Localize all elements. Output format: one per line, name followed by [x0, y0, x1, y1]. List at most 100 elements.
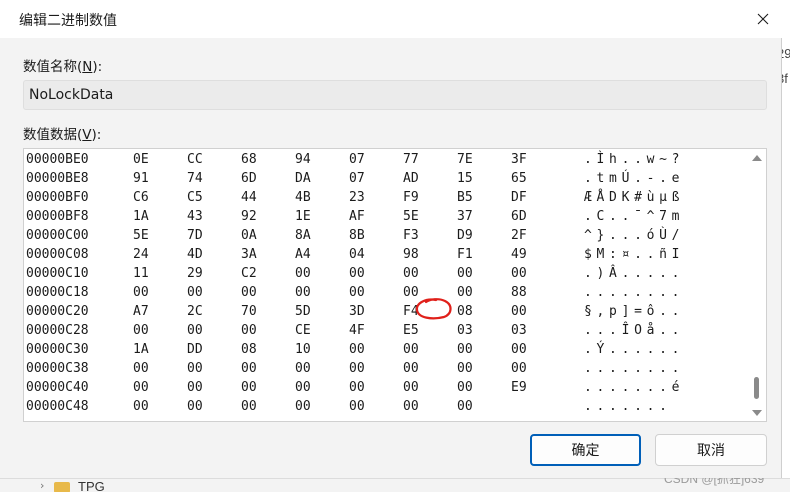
hex-ascii[interactable]: .C..¯^7m: [584, 209, 684, 224]
hex-ascii[interactable]: ÆÅDK#ùµß: [584, 190, 684, 205]
hex-ascii[interactable]: ........: [584, 361, 684, 376]
hex-byte[interactable]: 6D: [511, 209, 527, 224]
hex-byte[interactable]: 00: [511, 342, 527, 357]
hex-ascii[interactable]: ...ÎOå..: [584, 323, 684, 338]
hex-byte[interactable]: 7E: [457, 152, 473, 167]
hex-byte[interactable]: 2C: [187, 304, 203, 319]
hex-byte[interactable]: 00: [349, 342, 365, 357]
hex-byte[interactable]: 4F: [349, 323, 365, 338]
hex-byte[interactable]: 00: [349, 380, 365, 395]
hex-byte[interactable]: 4D: [187, 247, 203, 262]
hex-byte[interactable]: 00: [241, 285, 257, 300]
hex-byte[interactable]: 1A: [133, 342, 149, 357]
hex-byte[interactable]: 00: [133, 285, 149, 300]
hex-byte[interactable]: 07: [349, 171, 365, 186]
hex-byte[interactable]: 00: [187, 285, 203, 300]
hex-byte[interactable]: 6D: [241, 171, 257, 186]
hex-byte[interactable]: 00: [403, 342, 419, 357]
hex-byte[interactable]: 94: [295, 152, 311, 167]
hex-byte[interactable]: 07: [349, 152, 365, 167]
hex-byte[interactable]: 3A: [241, 247, 257, 262]
hex-byte[interactable]: 00: [133, 380, 149, 395]
hex-byte[interactable]: 00: [295, 380, 311, 395]
hex-byte[interactable]: 00: [295, 361, 311, 376]
hex-byte[interactable]: 92: [241, 209, 257, 224]
hex-ascii[interactable]: .......: [584, 399, 672, 414]
hex-byte[interactable]: F4: [403, 304, 419, 319]
scroll-up-arrow-icon[interactable]: [752, 155, 762, 161]
hex-byte[interactable]: D9: [457, 228, 473, 243]
hex-byte[interactable]: 00: [241, 399, 257, 414]
hex-byte[interactable]: 08: [241, 342, 257, 357]
value-name-field[interactable]: NoLockData: [23, 80, 767, 110]
hex-byte[interactable]: 00: [187, 399, 203, 414]
hex-byte[interactable]: DA: [295, 171, 311, 186]
hex-byte[interactable]: 00: [187, 361, 203, 376]
hex-byte[interactable]: 00: [187, 380, 203, 395]
hex-byte[interactable]: 77: [403, 152, 419, 167]
hex-byte[interactable]: 03: [511, 323, 527, 338]
hex-byte[interactable]: 03: [457, 323, 473, 338]
hex-byte[interactable]: 0A: [241, 228, 257, 243]
hex-byte[interactable]: 0E: [133, 152, 149, 167]
hex-byte[interactable]: 8B: [349, 228, 365, 243]
hex-byte[interactable]: 10: [295, 342, 311, 357]
hex-byte[interactable]: 00: [295, 285, 311, 300]
hex-byte[interactable]: 00: [457, 266, 473, 281]
hex-byte[interactable]: E9: [511, 380, 527, 395]
hex-byte[interactable]: 4B: [295, 190, 311, 205]
hex-byte[interactable]: A7: [133, 304, 149, 319]
hex-ascii[interactable]: .......é: [584, 380, 684, 395]
hex-byte[interactable]: 00: [241, 323, 257, 338]
hex-byte[interactable]: 29: [187, 266, 203, 281]
hex-byte[interactable]: 00: [403, 285, 419, 300]
hex-byte[interactable]: 00: [295, 266, 311, 281]
hex-byte[interactable]: 00: [457, 285, 473, 300]
hex-byte[interactable]: DD: [187, 342, 203, 357]
hex-byte[interactable]: AD: [403, 171, 419, 186]
hex-byte[interactable]: 00: [403, 399, 419, 414]
hex-byte[interactable]: 00: [349, 361, 365, 376]
hex-byte[interactable]: 24: [133, 247, 149, 262]
hex-ascii[interactable]: .Ý......: [584, 342, 684, 357]
scrollbar-thumb[interactable]: [754, 377, 759, 399]
hex-ascii[interactable]: ........: [584, 285, 684, 300]
hex-byte[interactable]: 00: [349, 285, 365, 300]
hex-byte[interactable]: 1A: [133, 209, 149, 224]
hex-ascii[interactable]: .Ìh..w~?: [584, 152, 684, 167]
hex-byte[interactable]: 1E: [295, 209, 311, 224]
folder-label[interactable]: TPG: [78, 479, 105, 492]
hex-byte[interactable]: 70: [241, 304, 257, 319]
hex-byte[interactable]: C6: [133, 190, 149, 205]
hex-byte[interactable]: 00: [295, 399, 311, 414]
hex-byte[interactable]: 00: [403, 361, 419, 376]
hex-byte[interactable]: 00: [403, 266, 419, 281]
hex-byte[interactable]: 00: [511, 361, 527, 376]
hex-byte[interactable]: C2: [241, 266, 257, 281]
hex-byte[interactable]: 91: [133, 171, 149, 186]
hex-byte[interactable]: 00: [133, 399, 149, 414]
hex-byte[interactable]: 5D: [295, 304, 311, 319]
hex-byte[interactable]: 37: [457, 209, 473, 224]
cancel-button[interactable]: 取消: [655, 434, 767, 466]
hex-byte[interactable]: A4: [295, 247, 311, 262]
hex-byte[interactable]: 3D: [349, 304, 365, 319]
scroll-down-arrow-icon[interactable]: [752, 410, 762, 416]
hex-byte[interactable]: F9: [403, 190, 419, 205]
chevron-right-icon[interactable]: ›: [40, 479, 44, 492]
vertical-scrollbar[interactable]: [749, 150, 766, 421]
hex-byte[interactable]: 3F: [511, 152, 527, 167]
hex-ascii[interactable]: .tmÚ.-.e: [584, 171, 684, 186]
hex-byte[interactable]: 88: [511, 285, 527, 300]
ok-button[interactable]: 确定: [530, 434, 641, 466]
hex-byte[interactable]: 5E: [133, 228, 149, 243]
hex-byte[interactable]: 00: [457, 380, 473, 395]
hex-byte[interactable]: CE: [295, 323, 311, 338]
hex-byte[interactable]: 74: [187, 171, 203, 186]
hex-byte[interactable]: 68: [241, 152, 257, 167]
hex-byte[interactable]: E5: [403, 323, 419, 338]
hex-byte[interactable]: 00: [133, 361, 149, 376]
hex-byte[interactable]: DF: [511, 190, 527, 205]
hex-byte[interactable]: 00: [403, 380, 419, 395]
hex-byte[interactable]: 00: [349, 266, 365, 281]
